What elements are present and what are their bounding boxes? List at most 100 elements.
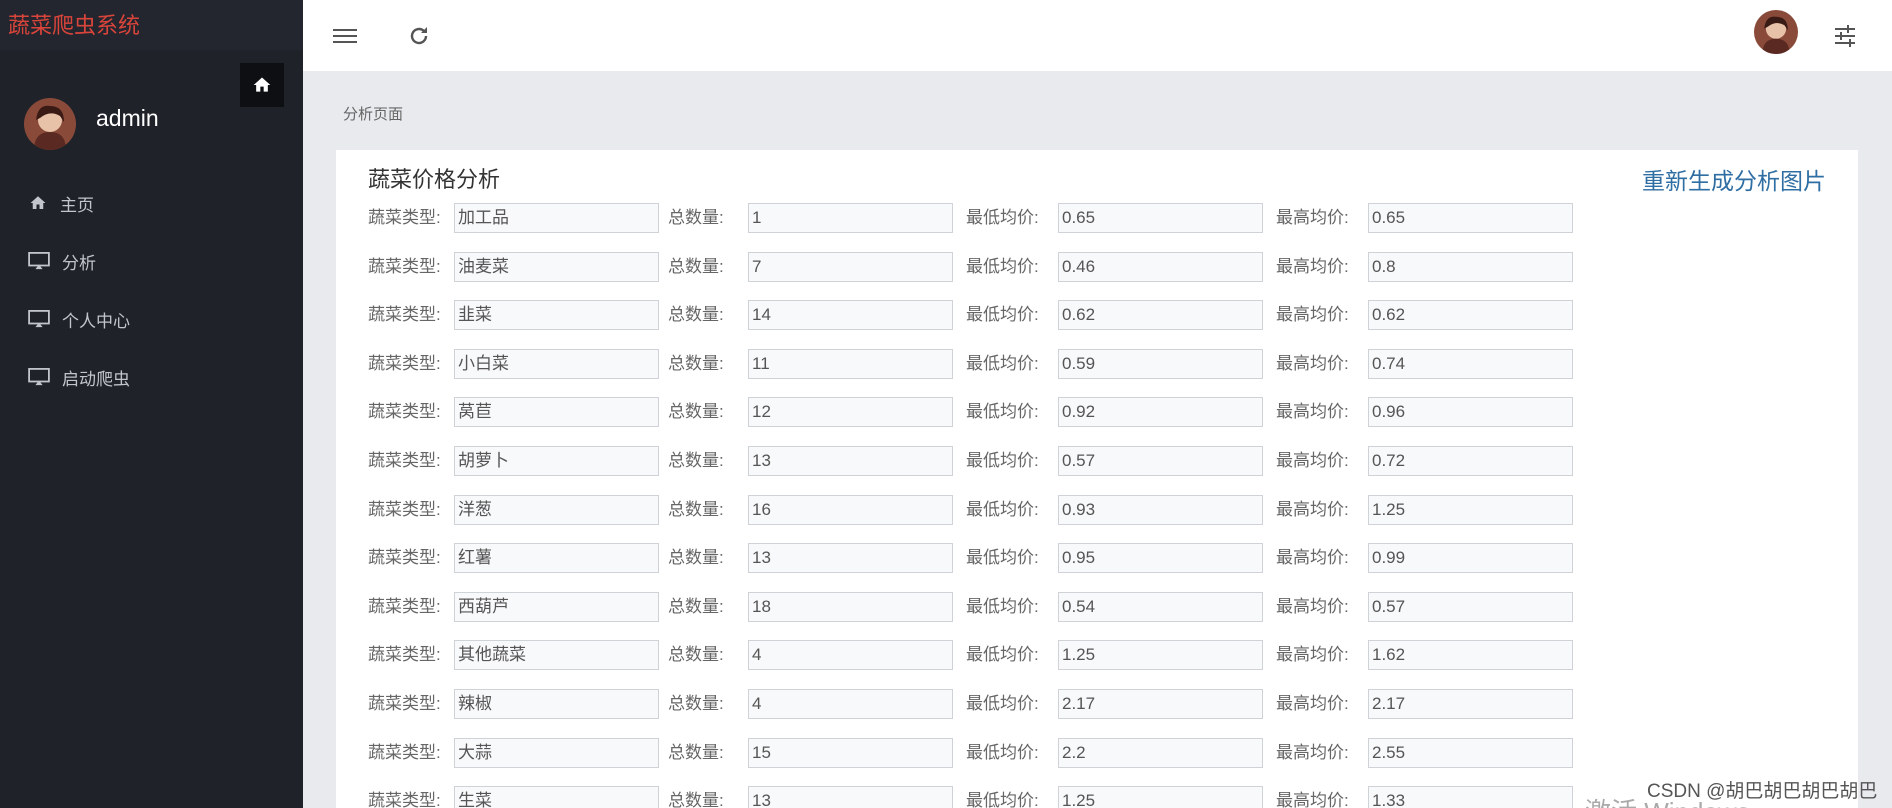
type-label: 蔬菜类型:: [368, 305, 441, 325]
max-price-field[interactable]: 0.96: [1368, 397, 1573, 428]
min-price-field[interactable]: 0.62: [1058, 300, 1263, 331]
type-field[interactable]: 洋葱: [454, 494, 659, 525]
count-field[interactable]: 16: [748, 494, 953, 525]
max-price-label: 最高均价:: [1276, 791, 1349, 808]
regenerate-images-link[interactable]: 重新生成分析图片: [1642, 162, 1826, 196]
count-field[interactable]: 18: [748, 591, 953, 622]
type-field[interactable]: 油麦菜: [454, 251, 659, 282]
activate-windows-text: 激活 Windows: [1585, 792, 1750, 808]
min-price-field[interactable]: 0.95: [1058, 543, 1263, 574]
count-label: 总数量:: [668, 693, 724, 713]
max-price-field[interactable]: 0.74: [1368, 348, 1573, 379]
table-row: 蔬菜类型: 韭菜 总数量: 14 最低均价: 0.62 最高均价: 0.62: [368, 300, 1573, 349]
max-price-field[interactable]: 2.55: [1368, 737, 1573, 768]
count-field[interactable]: 11: [748, 348, 953, 379]
max-price-label: 最高均价:: [1276, 353, 1349, 373]
count-field[interactable]: 13: [748, 445, 953, 476]
sidebar-item-profile[interactable]: 个人中心: [0, 290, 303, 348]
type-label: 蔬菜类型:: [368, 353, 441, 373]
max-price-field[interactable]: 1.62: [1368, 640, 1573, 671]
menu-toggle-button[interactable]: [329, 20, 361, 52]
type-field[interactable]: 韭菜: [454, 300, 659, 331]
count-label: 总数量:: [668, 305, 724, 325]
max-price-field[interactable]: 0.57: [1368, 591, 1573, 622]
count-field[interactable]: 4: [748, 640, 953, 671]
max-price-field[interactable]: 2.17: [1368, 688, 1573, 719]
min-price-field[interactable]: 2.2: [1058, 737, 1263, 768]
max-price-field[interactable]: 1.25: [1368, 494, 1573, 525]
count-field[interactable]: 7: [748, 251, 953, 282]
min-price-field[interactable]: 0.57: [1058, 445, 1263, 476]
type-label: 蔬菜类型:: [368, 645, 441, 665]
user-avatar[interactable]: [1754, 10, 1798, 54]
sidebar-item-label: 启动爬虫: [62, 369, 130, 389]
min-price-label: 最低均价:: [966, 693, 1039, 713]
min-price-field[interactable]: 0.65: [1058, 203, 1263, 233]
max-price-field[interactable]: 0.72: [1368, 445, 1573, 476]
type-label: 蔬菜类型:: [368, 693, 441, 713]
tune-icon: [1835, 25, 1855, 47]
count-field[interactable]: 15: [748, 737, 953, 768]
min-price-field[interactable]: 0.92: [1058, 397, 1263, 428]
table-row: 蔬菜类型: 莴苣 总数量: 12 最低均价: 0.92 最高均价: 0.96: [368, 397, 1573, 446]
min-price-field[interactable]: 0.93: [1058, 494, 1263, 525]
table-row: 蔬菜类型: 辣椒 总数量: 4 最低均价: 2.17 最高均价: 2.17: [368, 688, 1573, 738]
count-label: 总数量:: [668, 402, 724, 422]
count-label: 总数量:: [668, 645, 724, 665]
table-row: 蔬菜类型: 生菜 总数量: 13 最低均价: 1.25 最高均价: 1.33: [368, 786, 1573, 808]
count-field[interactable]: 14: [748, 300, 953, 331]
count-field[interactable]: 1: [748, 203, 953, 233]
monitor-icon: [28, 252, 50, 270]
page-title: 蔬菜价格分析: [368, 167, 501, 192]
count-field[interactable]: 4: [748, 688, 953, 719]
sidebar: 蔬菜爬虫系统 admin 主页 分析 个人中心 启动爬虫: [0, 0, 303, 808]
max-price-label: 最高均价:: [1276, 208, 1349, 227]
type-field[interactable]: 小白菜: [454, 348, 659, 379]
table-row: 蔬菜类型: 加工品 总数量: 1 最低均价: 0.65 最高均价: 0.65: [368, 203, 1573, 252]
min-price-label: 最低均价:: [966, 548, 1039, 568]
type-field[interactable]: 西葫芦: [454, 591, 659, 622]
min-price-label: 最低均价:: [966, 450, 1039, 470]
min-price-label: 最低均价:: [966, 499, 1039, 519]
type-field[interactable]: 大蒜: [454, 737, 659, 768]
analysis-panel: 蔬菜价格分析 重新生成分析图片 蔬菜类型: 加工品总数量: 1 最低均价: 0.65 最高…: [336, 150, 1858, 808]
count-field[interactable]: 12: [748, 397, 953, 428]
max-price-field[interactable]: 1.33: [1368, 786, 1573, 808]
type-field[interactable]: 其他蔬菜: [454, 640, 659, 671]
refresh-button[interactable]: [403, 20, 435, 52]
type-field[interactable]: 胡萝卜: [454, 445, 659, 476]
sidebar-item-crawler[interactable]: 启动爬虫: [0, 348, 303, 406]
min-price-field[interactable]: 2.17: [1058, 688, 1263, 719]
min-price-field[interactable]: 1.25: [1058, 786, 1263, 808]
count-field[interactable]: 13: [748, 786, 953, 808]
breadcrumb: 分析页面: [343, 106, 404, 123]
min-price-label: 最低均价:: [966, 791, 1039, 808]
home-icon: [30, 196, 46, 209]
settings-button[interactable]: [1829, 20, 1861, 52]
type-field[interactable]: 生菜: [454, 786, 659, 808]
max-price-field[interactable]: 0.8: [1368, 251, 1573, 282]
type-field[interactable]: 莴苣: [454, 397, 659, 428]
type-label: 蔬菜类型:: [368, 402, 441, 422]
max-price-field[interactable]: 0.99: [1368, 543, 1573, 574]
max-price-field[interactable]: 0.65: [1368, 203, 1573, 233]
min-price-field[interactable]: 1.25: [1058, 640, 1263, 671]
max-price-label: 最高均价:: [1276, 499, 1349, 519]
sidebar-item-analysis[interactable]: 分析: [0, 232, 303, 290]
sidebar-item-home[interactable]: 主页: [0, 174, 303, 232]
home-button[interactable]: [240, 63, 284, 107]
type-field[interactable]: 辣椒: [454, 688, 659, 719]
min-price-field[interactable]: 0.59: [1058, 348, 1263, 379]
type-field[interactable]: 加工品: [454, 203, 659, 233]
min-price-field[interactable]: 0.54: [1058, 591, 1263, 622]
type-field[interactable]: 红薯: [454, 543, 659, 574]
avatar[interactable]: [24, 98, 76, 150]
min-price-label: 最低均价:: [966, 645, 1039, 665]
count-field[interactable]: 13: [748, 543, 953, 574]
app-brand[interactable]: 蔬菜爬虫系统: [0, 0, 303, 50]
max-price-field[interactable]: 0.62: [1368, 300, 1573, 331]
user-block: admin: [24, 98, 159, 150]
hamburger-icon: [333, 29, 357, 43]
min-price-field[interactable]: 0.46: [1058, 251, 1263, 282]
table-row: 蔬菜类型: 油麦菜 总数量: 7 最低均价: 0.46 最高均价: 0.8: [368, 251, 1573, 301]
